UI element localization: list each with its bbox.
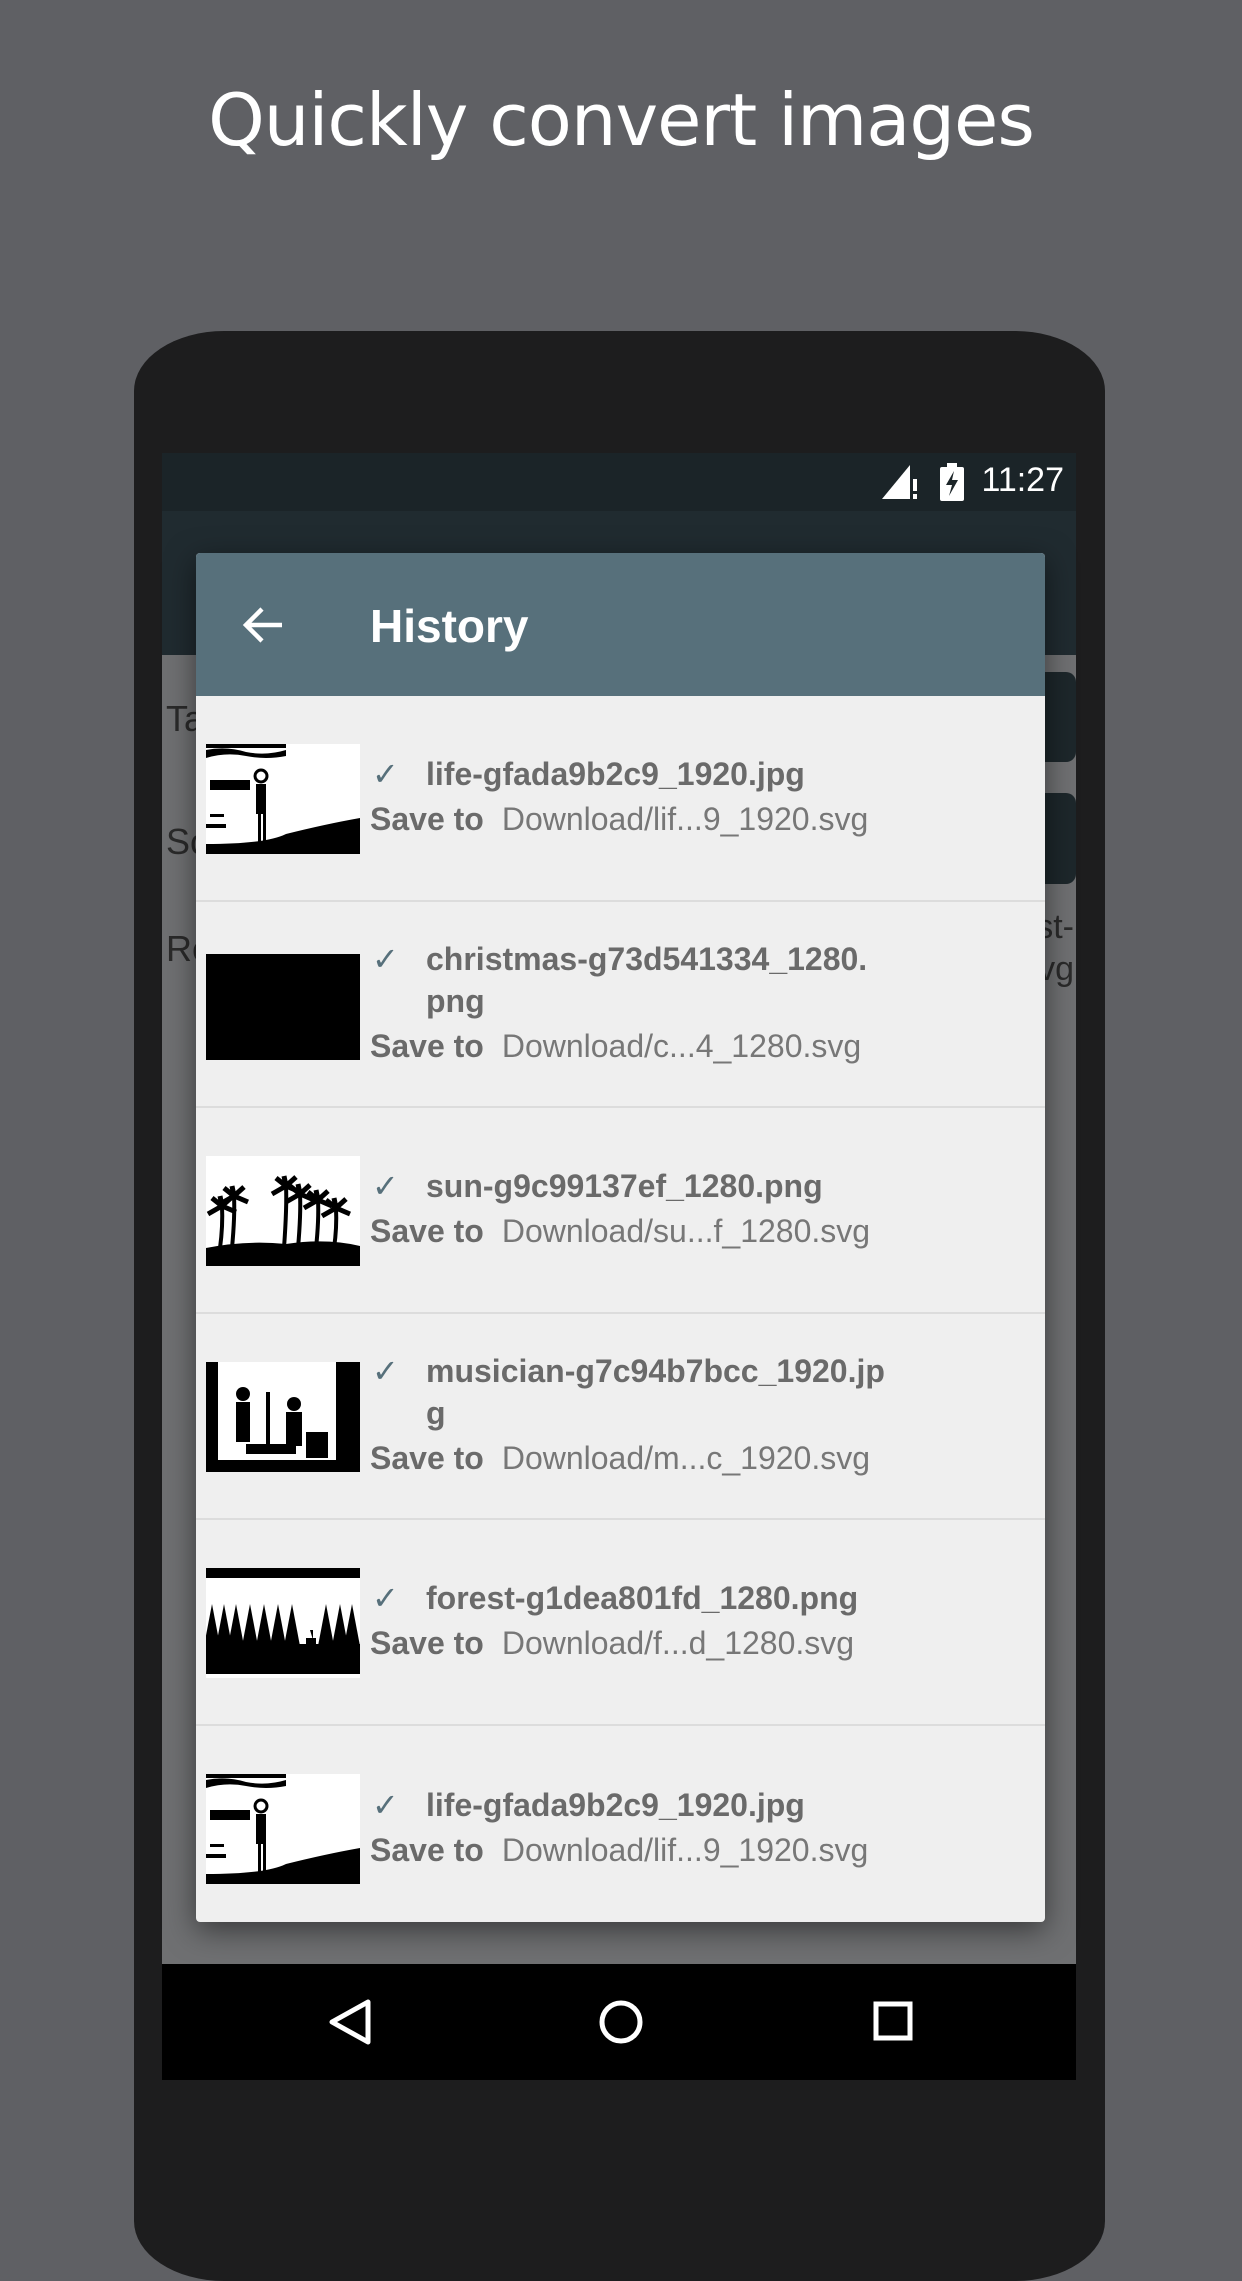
save-path: Download/m...c_1920.svg xyxy=(501,1440,871,1476)
thumbnail-image xyxy=(206,954,360,1060)
history-item[interactable]: ✓ forest-g1dea801fd_1280.png Save to Downl… xyxy=(196,1520,1045,1726)
save-path: Download/c...4_1280.svg xyxy=(501,1028,862,1064)
thumbnail-image xyxy=(206,1568,360,1678)
check-icon: ✓ xyxy=(372,941,399,977)
save-path: Download/lif...9_1920.svg xyxy=(501,1832,869,1868)
thumbnail-image xyxy=(206,1774,360,1884)
save-path: Download/lif...9_1920.svg xyxy=(501,801,869,837)
file-name: musician-g7c94b7bcc_1920.jpg xyxy=(426,1353,885,1431)
history-item[interactable]: ✓ musician-g7c94b7bcc_1920.jpg Save to Dow… xyxy=(196,1314,1045,1520)
back-triangle-icon[interactable] xyxy=(328,1998,372,2046)
history-item[interactable]: ✓ sun-g9c99137ef_1280.png Save to Download… xyxy=(196,1108,1045,1314)
file-name: life-gfada9b2c9_1920.jpg xyxy=(426,756,805,792)
file-name: christmas-g73d541334_1280.png xyxy=(426,941,868,1019)
save-label: Save to xyxy=(370,801,484,837)
save-path-line: Save to Download/f...d_1280.svg xyxy=(370,1619,1035,1667)
save-path-line: Save to Download/su...f_1280.svg xyxy=(370,1207,1035,1255)
arrow-left-icon[interactable] xyxy=(242,605,286,645)
item-text: ✓ christmas-g73d541334_1280.png Save to Do… xyxy=(370,902,1035,1106)
home-circle-icon[interactable] xyxy=(598,1998,644,2046)
file-name-line: ✓ life-gfada9b2c9_1920.jpg xyxy=(370,753,1035,795)
save-path-line: Save to Download/m...c_1920.svg xyxy=(370,1434,1035,1482)
file-name: forest-g1dea801fd_1280.png xyxy=(426,1580,859,1616)
status-time: 11:27 xyxy=(981,461,1064,499)
save-path: Download/su...f_1280.svg xyxy=(501,1213,871,1249)
save-path-line: Save to Download/c...4_1280.svg xyxy=(370,1022,1035,1070)
thumbnail-image xyxy=(206,744,360,854)
save-path-line: Save to Download/lif...9_1920.svg xyxy=(370,1826,1035,1874)
item-text: ✓ musician-g7c94b7bcc_1920.jpg Save to Dow… xyxy=(370,1314,1035,1518)
item-text: ✓ sun-g9c99137ef_1280.png Save to Download… xyxy=(370,1108,1035,1312)
check-icon: ✓ xyxy=(372,756,399,792)
check-icon: ✓ xyxy=(372,1787,399,1823)
save-label: Save to xyxy=(370,1832,484,1868)
history-item[interactable]: ✓ life-gfada9b2c9_1920.jpg Save to Downloa… xyxy=(196,1726,1045,1922)
item-text: ✓ life-gfada9b2c9_1920.jpg Save to Downloa… xyxy=(370,696,1035,900)
dialog-title: History xyxy=(370,600,529,652)
save-label: Save to xyxy=(370,1213,484,1249)
history-item[interactable]: ✓ christmas-g73d541334_1280.png Save to Do… xyxy=(196,902,1045,1108)
file-name-line: ✓ christmas-g73d541334_1280.png xyxy=(370,938,1035,1022)
file-name-line: ✓ forest-g1dea801fd_1280.png xyxy=(370,1577,1035,1619)
thumbnail-image xyxy=(206,1362,360,1472)
file-name-line: ✓ sun-g9c99137ef_1280.png xyxy=(370,1165,1035,1207)
status-bar: 11:27 xyxy=(162,453,1076,511)
save-path: Download/f...d_1280.svg xyxy=(501,1625,855,1661)
signal-icon xyxy=(882,465,917,499)
headline: Quickly convert images xyxy=(208,78,1035,162)
history-dialog: History ✓ life-gfada9b2c9_1920.jpg Save t… xyxy=(196,553,1045,1922)
save-label: Save to xyxy=(370,1028,484,1064)
save-label: Save to xyxy=(370,1625,484,1661)
nav-bar xyxy=(162,1964,1076,2080)
history-list: ✓ life-gfada9b2c9_1920.jpg Save to Downloa… xyxy=(196,696,1045,1922)
item-text: ✓ forest-g1dea801fd_1280.png Save to Downl… xyxy=(370,1520,1035,1724)
file-name: life-gfada9b2c9_1920.jpg xyxy=(426,1787,805,1823)
check-icon: ✓ xyxy=(372,1168,399,1204)
file-name: sun-g9c99137ef_1280.png xyxy=(426,1168,823,1204)
file-name-line: ✓ life-gfada9b2c9_1920.jpg xyxy=(370,1784,1035,1826)
item-text: ✓ life-gfada9b2c9_1920.jpg Save to Downloa… xyxy=(370,1726,1035,1922)
save-label: Save to xyxy=(370,1440,484,1476)
recents-square-icon[interactable] xyxy=(872,1998,914,2046)
thumbnail-image xyxy=(206,1156,360,1266)
check-icon: ✓ xyxy=(372,1353,399,1389)
battery-charging-icon xyxy=(940,463,964,501)
history-item[interactable]: ✓ life-gfada9b2c9_1920.jpg Save to Downloa… xyxy=(196,696,1045,902)
check-icon: ✓ xyxy=(372,1580,399,1616)
dialog-header: History xyxy=(196,553,1045,696)
file-name-line: ✓ musician-g7c94b7bcc_1920.jpg xyxy=(370,1350,1035,1434)
save-path-line: Save to Download/lif...9_1920.svg xyxy=(370,795,1035,843)
